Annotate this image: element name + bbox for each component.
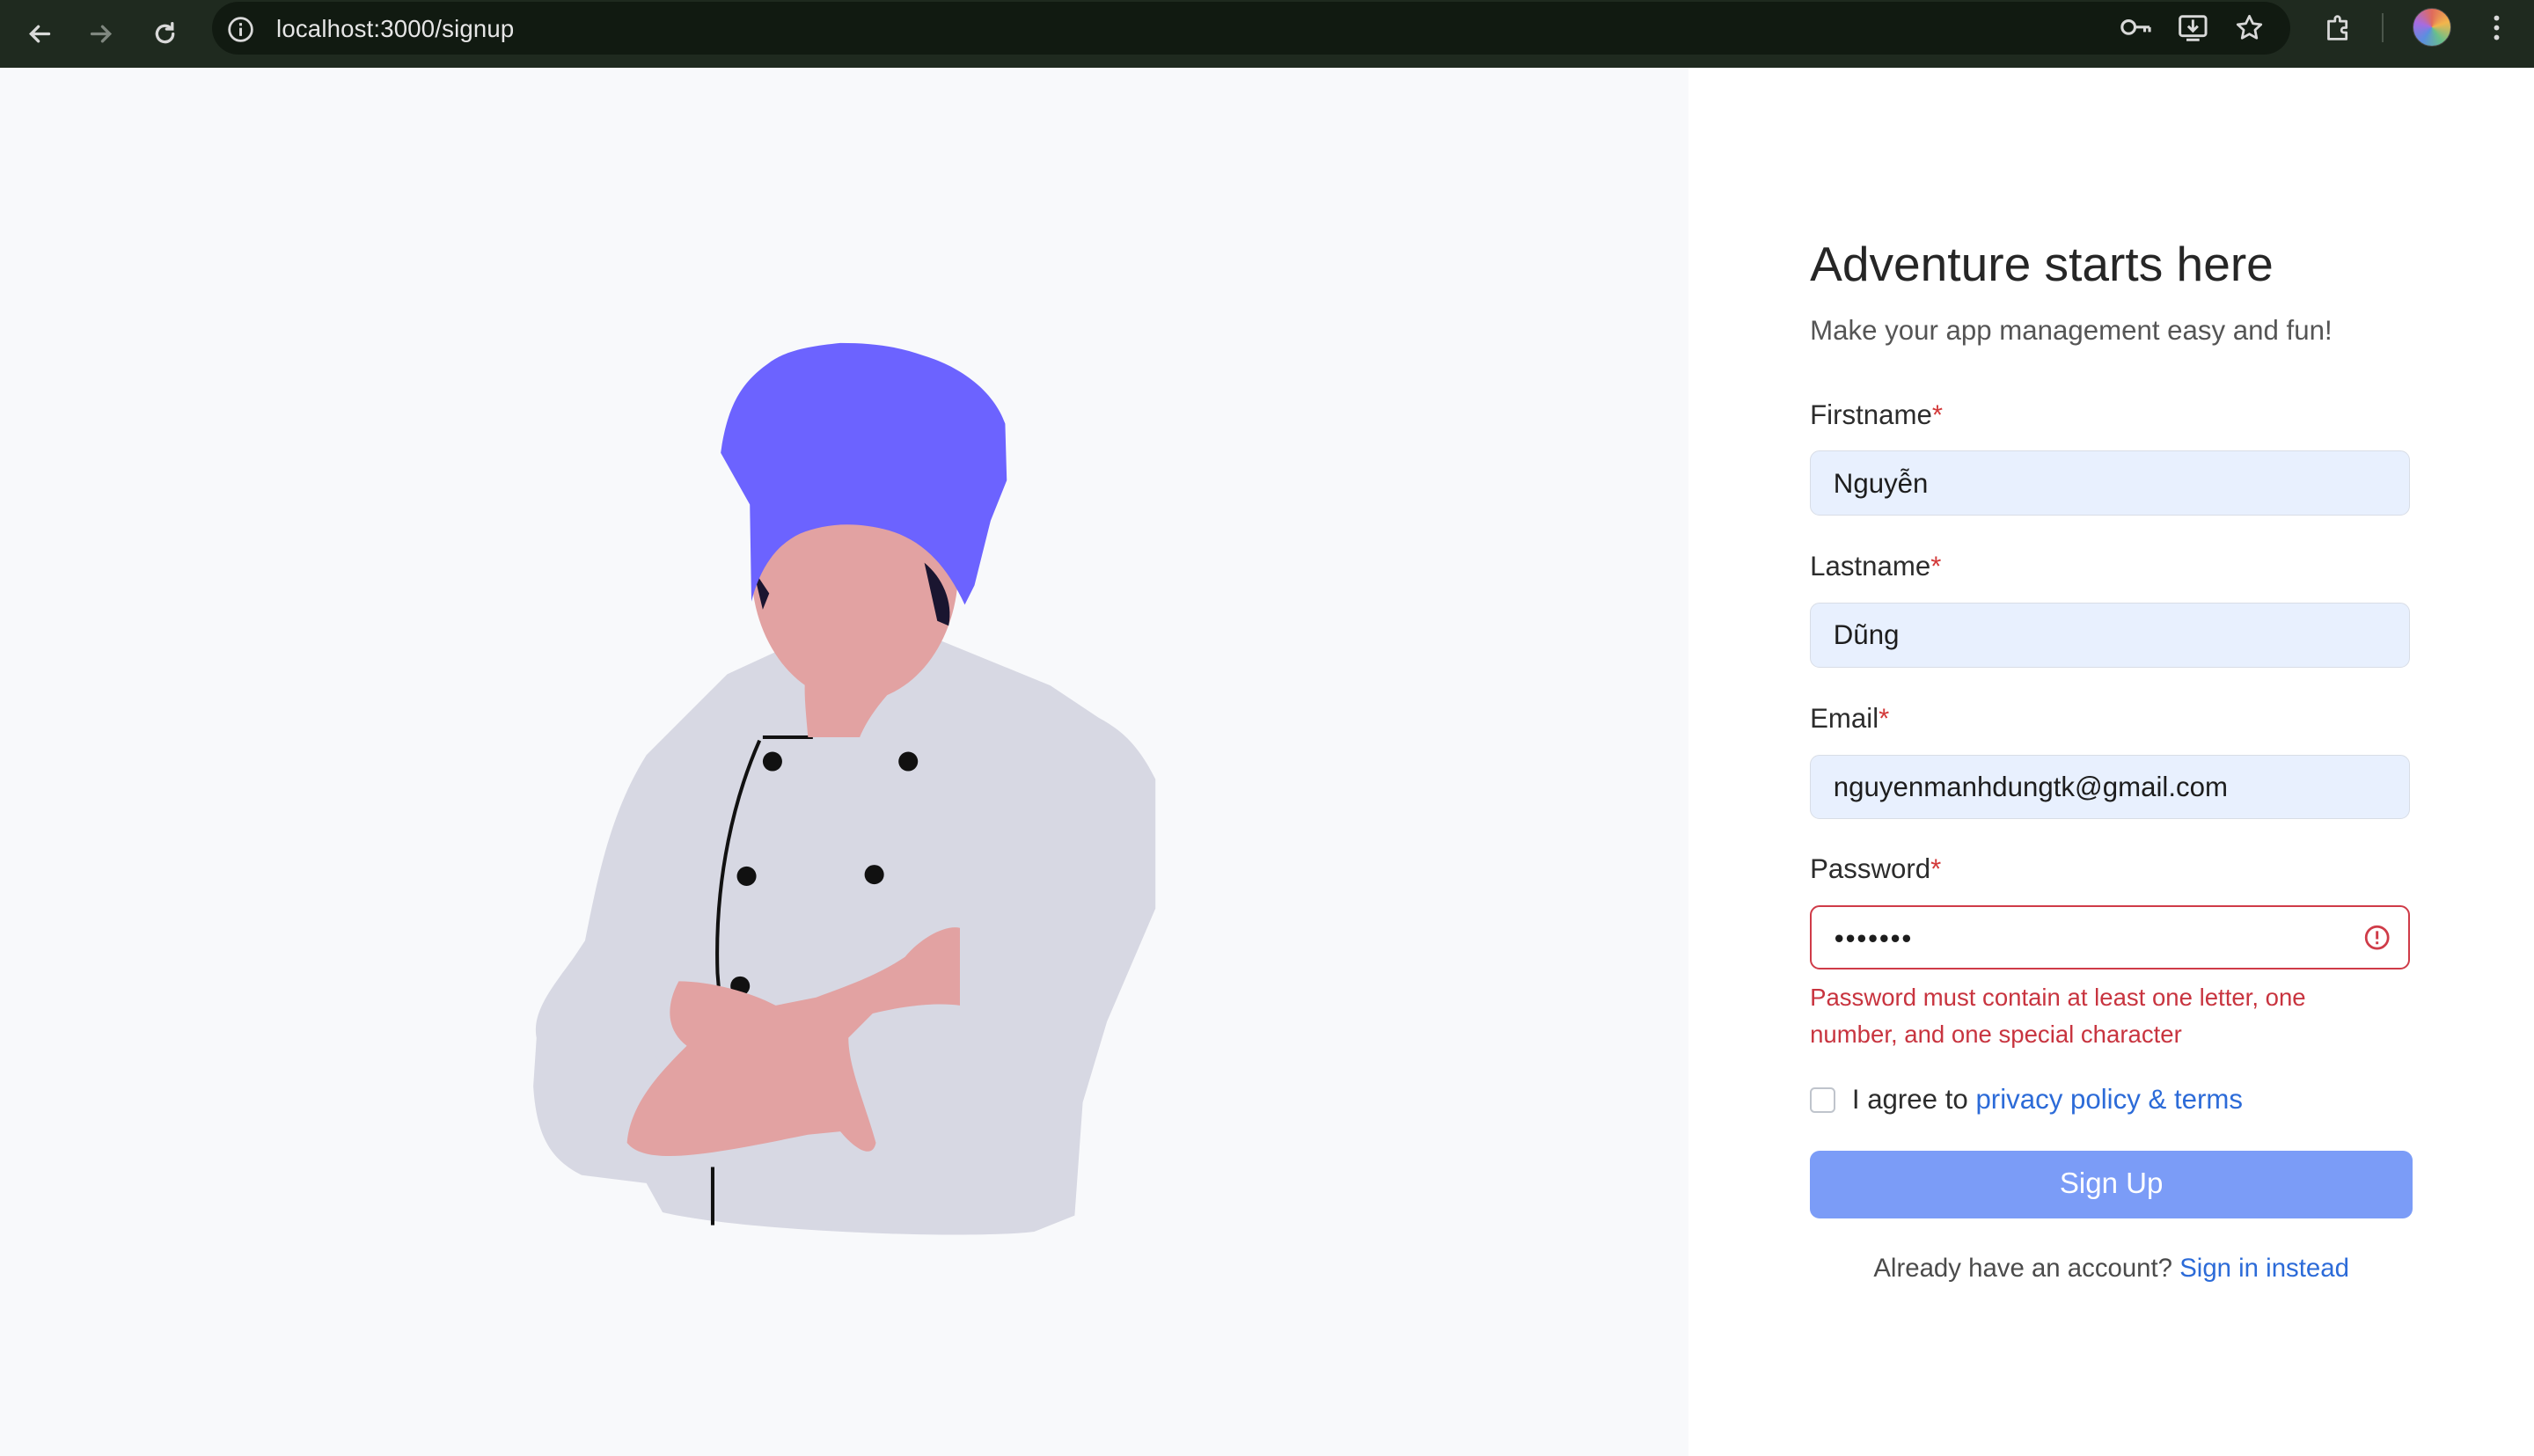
menu-icon[interactable] bbox=[2478, 10, 2516, 45]
firstname-input[interactable]: Nguyễn bbox=[1810, 450, 2410, 516]
toolbar-divider bbox=[2382, 12, 2384, 42]
required-marker: * bbox=[1930, 551, 1942, 582]
extensions-icon[interactable] bbox=[2319, 10, 2358, 45]
email-input[interactable]: nguyenmanhdungtk@gmail.com bbox=[1810, 754, 2410, 820]
required-marker: * bbox=[1931, 399, 1944, 430]
firstname-label: Firstname* bbox=[1810, 399, 1944, 430]
coat-button bbox=[762, 751, 782, 772]
password-value: ••••••• bbox=[1834, 922, 1914, 954]
signup-panel: Adventure starts here Make your app mana… bbox=[1688, 68, 2534, 1456]
illustration-panel bbox=[0, 68, 1689, 1456]
password-input[interactable]: ••••••• bbox=[1810, 904, 2410, 969]
required-marker: * bbox=[1930, 852, 1942, 884]
signin-text: Already have an account? bbox=[1873, 1254, 2173, 1284]
address-bar[interactable]: localhost:3000/signup bbox=[211, 1, 2290, 55]
page-subtitle: Make your app management easy and fun! bbox=[1810, 315, 2333, 347]
forward-icon[interactable] bbox=[81, 13, 123, 55]
lastname-label: Lastname* bbox=[1810, 551, 1942, 582]
password-label: Password* bbox=[1810, 852, 1942, 884]
lastname-value: Dũng bbox=[1833, 619, 1900, 651]
privacy-terms-link[interactable]: privacy policy & terms bbox=[1975, 1084, 2243, 1115]
reload-icon[interactable] bbox=[143, 13, 186, 55]
error-alert-icon bbox=[2364, 925, 2390, 950]
required-marker: * bbox=[1879, 702, 1890, 734]
terms-text: I agree to bbox=[1851, 1084, 1968, 1116]
sign-up-button[interactable]: Sign Up bbox=[1810, 1150, 2413, 1218]
terms-checkbox[interactable] bbox=[1810, 1087, 1836, 1114]
firstname-value: Nguyễn bbox=[1833, 467, 1929, 499]
password-error-message: Password must contain at least one lette… bbox=[1810, 984, 2306, 1049]
signin-prompt: Already have an account? Sign in instead bbox=[1810, 1254, 2413, 1284]
bookmark-star-icon[interactable] bbox=[2230, 10, 2269, 45]
browser-toolbar: localhost:3000/signup bbox=[0, 0, 2534, 69]
coat-button bbox=[736, 866, 757, 886]
site-info-icon[interactable] bbox=[226, 15, 255, 51]
password-key-icon[interactable] bbox=[2117, 10, 2156, 45]
profile-avatar[interactable] bbox=[2413, 8, 2452, 48]
back-icon[interactable] bbox=[18, 13, 60, 55]
url-text: localhost:3000/signup bbox=[276, 14, 515, 42]
chef-illustration bbox=[533, 342, 1156, 1235]
coat-button bbox=[898, 751, 919, 772]
email-label: Email* bbox=[1810, 702, 1890, 734]
email-value: nguyenmanhdungtk@gmail.com bbox=[1833, 772, 2228, 803]
coat-button bbox=[864, 864, 884, 884]
install-app-icon[interactable] bbox=[2173, 10, 2212, 45]
sign-in-link[interactable]: Sign in instead bbox=[2179, 1254, 2349, 1283]
page-title: Adventure starts here bbox=[1810, 237, 2274, 292]
lastname-input[interactable]: Dũng bbox=[1810, 603, 2410, 668]
